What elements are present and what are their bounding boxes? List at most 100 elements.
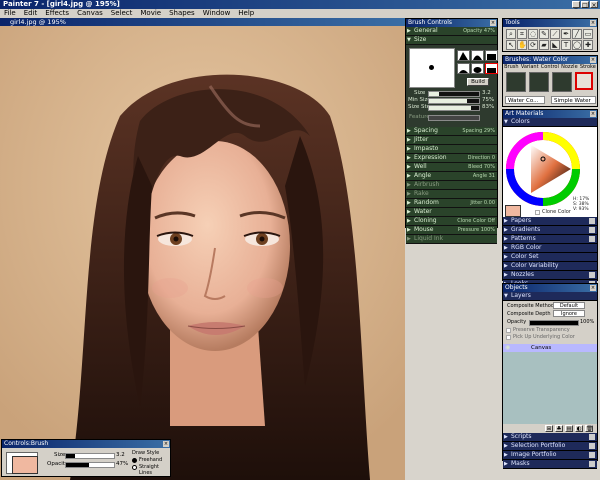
clone-color-checkbox[interactable]: [535, 210, 540, 215]
close-icon[interactable]: ×: [163, 441, 169, 447]
eraser-icon[interactable]: ▰: [539, 40, 549, 50]
composite-depth-select[interactable]: Ignore: [553, 310, 585, 317]
freehand-radio[interactable]: [132, 458, 137, 463]
min-size-slider[interactable]: [428, 98, 480, 104]
straight-lines-radio[interactable]: [132, 465, 137, 470]
mouse-section[interactable]: MousePressure 100%: [406, 226, 497, 235]
trash-icon[interactable]: 🗑: [585, 425, 593, 432]
color-set-section[interactable]: Color Set: [503, 253, 597, 262]
brush-profile-4[interactable]: [457, 63, 470, 74]
primary-color-swatch[interactable]: [505, 205, 521, 217]
brush-profile-5[interactable]: [471, 63, 484, 74]
menu-window[interactable]: Window: [202, 9, 232, 18]
layer-row-canvas[interactable]: ◉ Canvas: [503, 344, 597, 352]
composite-method-select[interactable]: Default: [553, 302, 585, 309]
jitter-section[interactable]: Jitter: [406, 136, 497, 145]
gradients-section[interactable]: Gradients: [503, 226, 597, 235]
pen-icon[interactable]: ✒: [561, 29, 571, 39]
nozzles-section[interactable]: Nozzles: [503, 271, 597, 280]
menu-select[interactable]: Select: [110, 9, 134, 18]
select-arrow-icon[interactable]: ↖: [506, 40, 516, 50]
crop-icon[interactable]: ⌗: [517, 29, 527, 39]
close-icon[interactable]: ×: [590, 57, 596, 63]
tab-control[interactable]: Control: [541, 64, 559, 71]
liquid-ink-section[interactable]: Liquid Ink: [406, 235, 497, 244]
patterns-section[interactable]: Patterns: [503, 235, 597, 244]
text-icon[interactable]: T: [561, 40, 571, 50]
preserve-transparency-checkbox[interactable]: [506, 328, 511, 333]
size-slider[interactable]: [428, 91, 480, 97]
menu-effects[interactable]: Effects: [44, 9, 70, 18]
maximize-button[interactable]: □: [581, 1, 589, 9]
impasto-section[interactable]: Impasto: [406, 145, 497, 154]
colors-section[interactable]: Colors: [503, 118, 597, 127]
tab-nozzle[interactable]: Nozzle: [561, 64, 578, 71]
close-button[interactable]: ×: [590, 1, 598, 9]
rgb-color-section[interactable]: RGB Color: [503, 244, 597, 253]
close-icon[interactable]: ×: [490, 20, 496, 26]
new-layer-icon[interactable]: ▤: [565, 425, 573, 432]
brush-profile-1[interactable]: [457, 50, 470, 61]
spacing-section[interactable]: SpacingSpacing 29%: [406, 127, 497, 136]
brush-category-icon-2[interactable]: [529, 72, 549, 92]
brush-category-select[interactable]: Water Co...: [505, 96, 545, 104]
color-variability-section[interactable]: Color Variability: [503, 262, 597, 271]
rotate-icon[interactable]: ⟳: [528, 40, 538, 50]
papers-section[interactable]: Papers: [503, 217, 597, 226]
eye-icon[interactable]: ◉: [505, 344, 510, 352]
minimize-button[interactable]: _: [572, 1, 580, 9]
tab-variant[interactable]: Variant: [521, 64, 539, 71]
controls-opacity-slider[interactable]: [65, 462, 115, 468]
brush-category-icon-1[interactable]: [506, 72, 526, 92]
controls-size-slider[interactable]: [65, 453, 115, 459]
rectangle-icon[interactable]: ▭: [583, 29, 593, 39]
scripts-section[interactable]: Scripts: [503, 433, 597, 442]
image-portfolio-section[interactable]: Image Portfolio: [503, 451, 597, 460]
masks-section[interactable]: Masks: [503, 460, 597, 469]
dropper-icon[interactable]: ⟋: [550, 29, 560, 39]
line-icon[interactable]: ╱: [572, 29, 582, 39]
brush-profile-6[interactable]: [485, 63, 498, 74]
menu-movie[interactable]: Movie: [139, 9, 162, 18]
painting-canvas[interactable]: [0, 26, 405, 480]
size-step-slider[interactable]: [428, 105, 480, 111]
brush-variant-select[interactable]: Simple Water: [551, 96, 596, 104]
random-section[interactable]: RandomJitter 0.00: [406, 199, 497, 208]
dynamic-plugins-icon[interactable]: ♣: [555, 425, 563, 432]
close-icon[interactable]: ×: [590, 285, 596, 291]
menu-edit[interactable]: Edit: [23, 9, 39, 18]
menu-shapes[interactable]: Shapes: [168, 9, 196, 18]
airbrush-section[interactable]: Airbrush: [406, 181, 497, 190]
menu-file[interactable]: File: [3, 9, 17, 18]
brush-profile-3[interactable]: [485, 50, 498, 61]
clone-icon[interactable]: ✚: [583, 40, 593, 50]
rake-section[interactable]: Rake: [406, 190, 497, 199]
general-section[interactable]: General Opacity 47%: [406, 27, 497, 36]
close-icon[interactable]: ×: [590, 111, 596, 117]
water-section[interactable]: Water: [406, 208, 497, 217]
feature-slider[interactable]: [428, 115, 480, 121]
color-swatch-front[interactable]: [12, 456, 38, 474]
layers-section[interactable]: Layers: [503, 292, 597, 301]
cloning-section[interactable]: CloningClone Color Off: [406, 217, 497, 226]
hand-icon[interactable]: ✋: [517, 40, 527, 50]
pickup-underlying-checkbox[interactable]: [506, 335, 511, 340]
close-icon[interactable]: ×: [590, 20, 596, 26]
angle-section[interactable]: AngleAngle 31: [406, 172, 497, 181]
menu-help[interactable]: Help: [237, 9, 255, 18]
bucket-icon[interactable]: ◣: [550, 40, 560, 50]
tab-brush[interactable]: Brush: [504, 64, 518, 71]
menu-canvas[interactable]: Canvas: [76, 9, 104, 18]
mask-icon[interactable]: ◐: [575, 425, 583, 432]
brush-category-icon-selected[interactable]: [575, 72, 593, 90]
size-section[interactable]: Size: [406, 36, 497, 45]
lasso-icon[interactable]: ◌: [528, 29, 538, 39]
selection-portfolio-section[interactable]: Selection Portfolio: [503, 442, 597, 451]
brush-category-icon-3[interactable]: [552, 72, 572, 92]
layer-opacity-slider[interactable]: [529, 320, 579, 326]
well-section[interactable]: WellBleed 70%: [406, 163, 497, 172]
tab-stroke[interactable]: Stroke: [580, 64, 596, 71]
build-button[interactable]: Build: [467, 78, 489, 86]
brush-profile-2[interactable]: [471, 50, 484, 61]
brush-icon[interactable]: ✎: [539, 29, 549, 39]
